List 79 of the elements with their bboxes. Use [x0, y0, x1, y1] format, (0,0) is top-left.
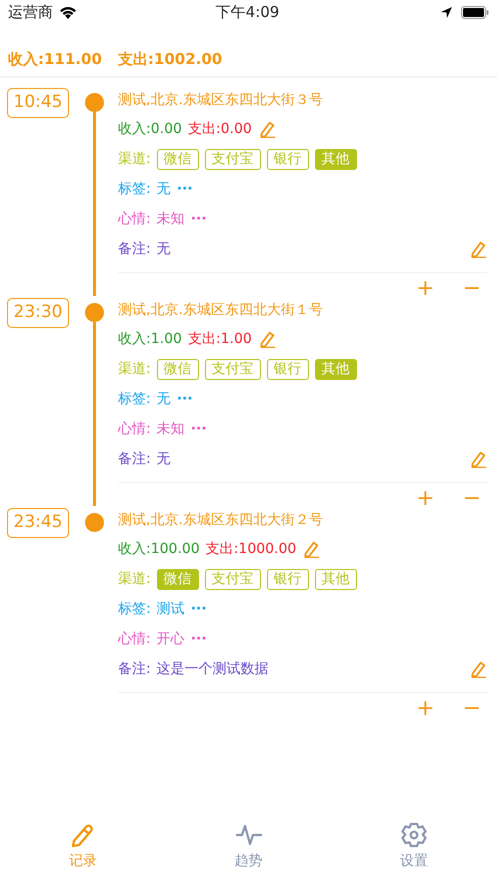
mood-value: 开心	[156, 630, 185, 648]
mood-value: 未知	[156, 420, 185, 438]
time-label: 23:30	[7, 298, 69, 328]
more-button[interactable]: ···	[176, 388, 193, 410]
timeline-dot	[84, 513, 104, 532]
remove-button[interactable]: −	[456, 698, 487, 720]
channel-option[interactable]: 支付宝	[204, 568, 261, 590]
income-total: 收入:111.00	[8, 48, 102, 70]
expense-amount: 支出:1000.00	[206, 540, 296, 558]
more-button[interactable]: ···	[176, 178, 193, 200]
status-time: 下午4:09	[216, 2, 280, 24]
time-label: 23:45	[7, 508, 69, 538]
timeline-dot	[84, 303, 104, 322]
tag-label: 标签:	[118, 180, 151, 198]
battery-icon	[461, 6, 489, 19]
expense-amount: 支出:0.00	[188, 120, 252, 138]
expense-amount: 支出:1.00	[188, 330, 252, 348]
remove-button[interactable]: −	[456, 488, 487, 510]
channel-option[interactable]: 其他	[314, 148, 357, 170]
tab[interactable]: 趋势	[166, 818, 332, 883]
note-label: 备注:	[118, 660, 151, 678]
edit-icon[interactable]	[469, 660, 487, 678]
tag-value: 无	[156, 180, 171, 198]
add-button[interactable]: +	[410, 488, 441, 510]
wifi-icon	[59, 6, 77, 19]
tab[interactable]: 设置	[331, 818, 497, 883]
note-label: 备注:	[118, 450, 151, 468]
tag-label: 标签:	[118, 390, 151, 408]
pencil-icon	[70, 822, 96, 848]
channel-option[interactable]: 支付宝	[204, 358, 261, 380]
time-label: 10:45	[7, 88, 69, 118]
mood-value: 未知	[156, 210, 185, 228]
location-icon	[440, 6, 453, 19]
channel-option[interactable]: 微信	[156, 358, 199, 380]
add-button[interactable]: +	[410, 698, 441, 720]
edit-icon[interactable]	[469, 240, 487, 258]
add-button[interactable]: +	[410, 278, 441, 300]
channel-option[interactable]: 支付宝	[204, 148, 261, 170]
channel-option[interactable]: 银行	[266, 148, 309, 170]
more-button[interactable]: ···	[190, 628, 207, 650]
note-label: 备注:	[118, 240, 151, 258]
timeline-dot	[84, 93, 104, 112]
income-amount: 收入:1.00	[118, 330, 182, 348]
channel-option[interactable]: 银行	[266, 358, 309, 380]
edit-icon[interactable]	[302, 540, 320, 558]
channel-option[interactable]: 其他	[314, 568, 357, 590]
mood-label: 心情:	[118, 630, 151, 648]
channel-label: 渠道:	[118, 570, 151, 588]
note-value: 这是一个测试数据	[156, 660, 269, 678]
tag-value: 无	[156, 390, 171, 408]
expense-total: 支出:1002.00	[118, 48, 222, 70]
trend-icon	[236, 822, 262, 848]
channel-option[interactable]: 微信	[156, 148, 199, 170]
mood-label: 心情:	[118, 420, 151, 438]
channel-option[interactable]: 微信	[156, 568, 199, 590]
tab[interactable]: 记录	[0, 818, 166, 883]
channel-label: 渠道:	[118, 150, 151, 168]
mood-label: 心情:	[118, 210, 151, 228]
note-value: 无	[156, 450, 171, 468]
income-amount: 收入:0.00	[118, 120, 182, 138]
edit-icon[interactable]	[258, 120, 276, 138]
tag-label: 标签:	[118, 600, 151, 618]
channel-label: 渠道:	[118, 360, 151, 378]
more-button[interactable]: ···	[190, 418, 207, 440]
tag-value: 测试	[156, 600, 185, 618]
record-title: 测试,北京.东城区东四北大街１号	[118, 300, 323, 320]
settings-icon	[401, 822, 428, 848]
note-value: 无	[156, 240, 171, 258]
remove-button[interactable]: −	[456, 278, 487, 300]
more-button[interactable]: ···	[190, 208, 207, 230]
income-amount: 收入:100.00	[118, 540, 200, 558]
record-title: 测试,北京.东城区东四北大街３号	[118, 90, 323, 110]
carrier-label: 运营商	[8, 2, 53, 24]
edit-icon[interactable]	[469, 450, 487, 468]
channel-option[interactable]: 其他	[314, 358, 357, 380]
channel-option[interactable]: 银行	[266, 568, 309, 590]
record-title: 测试,北京.东城区东四北大街２号	[118, 510, 323, 530]
more-button[interactable]: ···	[190, 598, 207, 620]
edit-icon[interactable]	[258, 330, 276, 348]
